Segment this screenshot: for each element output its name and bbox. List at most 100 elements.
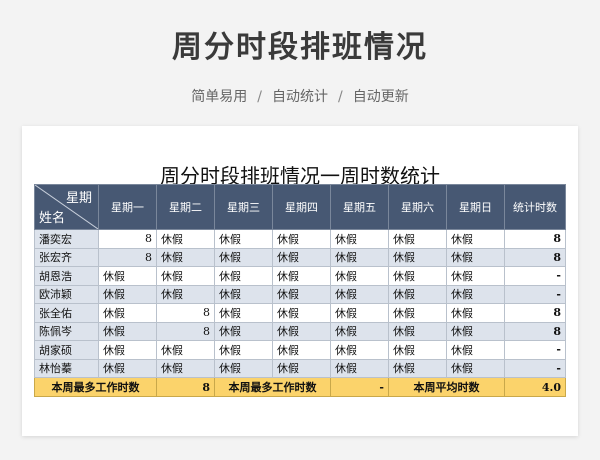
employee-name-cell[interactable]: 张全佑 bbox=[34, 303, 99, 323]
shift-cell[interactable]: 休假 bbox=[330, 284, 389, 304]
total-hours-cell[interactable]: 8 bbox=[504, 229, 566, 249]
shift-cell[interactable]: 休假 bbox=[388, 358, 447, 378]
shift-cell[interactable]: 休假 bbox=[388, 229, 447, 249]
summary-label[interactable]: 本周最多工作时数 bbox=[214, 377, 331, 397]
shift-cell[interactable]: 休假 bbox=[330, 303, 389, 323]
shift-cell[interactable]: 休假 bbox=[272, 321, 331, 341]
shift-cell[interactable]: 休假 bbox=[214, 266, 273, 286]
summary-value[interactable]: 4.0 bbox=[504, 377, 566, 397]
employee-name-cell[interactable]: 胡家硕 bbox=[34, 340, 99, 360]
summary-value[interactable]: - bbox=[330, 377, 389, 397]
employee-name-cell[interactable]: 欧沛颖 bbox=[34, 284, 99, 304]
column-header: 星期五 bbox=[330, 184, 389, 230]
shift-cell[interactable]: 休假 bbox=[156, 340, 215, 360]
shift-cell[interactable]: 休假 bbox=[272, 247, 331, 267]
total-hours-cell[interactable]: - bbox=[504, 266, 566, 286]
tagline-separator: / bbox=[257, 89, 262, 105]
shift-cell[interactable]: 休假 bbox=[98, 321, 157, 341]
shift-cell[interactable]: 休假 bbox=[330, 340, 389, 360]
employee-name-cell[interactable]: 胡恩浩 bbox=[34, 266, 99, 286]
corner-weekday-label: 星期 bbox=[65, 191, 92, 206]
shift-cell[interactable]: 休假 bbox=[214, 303, 273, 323]
shift-cell[interactable]: 8 bbox=[156, 321, 215, 341]
employee-name-cell[interactable]: 林怡蓁 bbox=[34, 358, 99, 378]
shift-cell[interactable]: 休假 bbox=[272, 340, 331, 360]
shift-cell[interactable]: 休假 bbox=[98, 284, 157, 304]
column-header: 星期一 bbox=[98, 184, 157, 230]
summary-row: 本周最多工作时数 8 本周最多工作时数 - 本周平均时数 4.0 bbox=[34, 377, 566, 397]
schedule-table: 星期 姓名 星期一 星期二 星期三 星期四 星期五 星期六 星期日 统计时数 潘… bbox=[34, 184, 566, 397]
table-row: 张宏齐 8 休假 休假 休假 休假 休假 休假 8 bbox=[34, 247, 566, 267]
shift-cell[interactable]: 休假 bbox=[388, 284, 447, 304]
total-hours-cell[interactable]: 8 bbox=[504, 321, 566, 341]
shift-cell[interactable]: 休假 bbox=[156, 247, 215, 267]
summary-label[interactable]: 本周最多工作时数 bbox=[34, 377, 157, 397]
shift-cell[interactable]: 休假 bbox=[446, 266, 505, 286]
header-row: 星期 姓名 星期一 星期二 星期三 星期四 星期五 星期六 星期日 统计时数 bbox=[34, 184, 566, 230]
table-row: 陈佩岑 休假 8 休假 休假 休假 休假 休假 8 bbox=[34, 321, 566, 341]
employee-name-cell[interactable]: 张宏齐 bbox=[34, 247, 99, 267]
shift-cell[interactable]: 休假 bbox=[446, 284, 505, 304]
shift-cell[interactable]: 休假 bbox=[214, 247, 273, 267]
table-row: 胡恩浩 休假 休假 休假 休假 休假 休假 休假 - bbox=[34, 266, 566, 286]
total-hours-cell[interactable]: - bbox=[504, 358, 566, 378]
total-hours-cell[interactable]: 8 bbox=[504, 303, 566, 323]
shift-cell[interactable]: 休假 bbox=[272, 358, 331, 378]
total-hours-cell[interactable]: 8 bbox=[504, 247, 566, 267]
column-header: 星期日 bbox=[446, 184, 505, 230]
shift-cell[interactable]: 8 bbox=[98, 247, 157, 267]
shift-cell[interactable]: 8 bbox=[156, 303, 215, 323]
shift-cell[interactable]: 休假 bbox=[214, 321, 273, 341]
shift-cell[interactable]: 休假 bbox=[156, 266, 215, 286]
total-hours-cell[interactable]: - bbox=[504, 340, 566, 360]
shift-cell[interactable]: 休假 bbox=[330, 229, 389, 249]
shift-cell[interactable]: 休假 bbox=[214, 229, 273, 249]
shift-cell[interactable]: 休假 bbox=[330, 266, 389, 286]
column-header: 星期二 bbox=[156, 184, 215, 230]
shift-cell[interactable]: 休假 bbox=[156, 229, 215, 249]
summary-value[interactable]: 8 bbox=[156, 377, 215, 397]
corner-name-label: 姓名 bbox=[39, 211, 66, 226]
shift-cell[interactable]: 休假 bbox=[214, 358, 273, 378]
shift-cell[interactable]: 休假 bbox=[272, 284, 331, 304]
shift-cell[interactable]: 休假 bbox=[156, 358, 215, 378]
shift-cell[interactable]: 8 bbox=[98, 229, 157, 249]
shift-cell[interactable]: 休假 bbox=[156, 284, 215, 304]
tagline-item: 自动更新 bbox=[352, 89, 409, 105]
shift-cell[interactable]: 休假 bbox=[446, 321, 505, 341]
shift-cell[interactable]: 休假 bbox=[330, 358, 389, 378]
shift-cell[interactable]: 休假 bbox=[446, 229, 505, 249]
shift-cell[interactable]: 休假 bbox=[388, 266, 447, 286]
shift-cell[interactable]: 休假 bbox=[446, 358, 505, 378]
shift-cell[interactable]: 休假 bbox=[446, 340, 505, 360]
shift-cell[interactable]: 休假 bbox=[98, 340, 157, 360]
shift-cell[interactable]: 休假 bbox=[98, 266, 157, 286]
spreadsheet-card: 周分时段排班情况一周时数统计 星期 姓名 星期一 星期二 星期三 星期四 星期五 bbox=[22, 126, 578, 436]
shift-cell[interactable]: 休假 bbox=[446, 247, 505, 267]
summary-label[interactable]: 本周平均时数 bbox=[388, 377, 505, 397]
shift-cell[interactable]: 休假 bbox=[272, 303, 331, 323]
shift-cell[interactable]: 休假 bbox=[446, 303, 505, 323]
shift-cell[interactable]: 休假 bbox=[98, 358, 157, 378]
shift-cell[interactable]: 休假 bbox=[388, 340, 447, 360]
column-header: 统计时数 bbox=[504, 184, 566, 230]
shift-cell[interactable]: 休假 bbox=[330, 321, 389, 341]
shift-cell[interactable]: 休假 bbox=[388, 321, 447, 341]
shift-cell[interactable]: 休假 bbox=[214, 284, 273, 304]
shift-cell[interactable]: 休假 bbox=[388, 247, 447, 267]
feature-tagline: 简单易用 / 自动统计 / 自动更新 bbox=[0, 86, 600, 106]
shift-cell[interactable]: 休假 bbox=[330, 247, 389, 267]
shift-cell[interactable]: 休假 bbox=[388, 303, 447, 323]
tagline-item: 简单易用 bbox=[191, 89, 248, 105]
shift-cell[interactable]: 休假 bbox=[272, 266, 331, 286]
employee-name-cell[interactable]: 潘奕宏 bbox=[34, 229, 99, 249]
shift-cell[interactable]: 休假 bbox=[98, 303, 157, 323]
shift-cell[interactable]: 休假 bbox=[214, 340, 273, 360]
tagline-item: 自动统计 bbox=[272, 89, 328, 105]
column-header: 星期三 bbox=[214, 184, 273, 230]
total-hours-cell[interactable]: - bbox=[504, 284, 566, 304]
column-header: 星期四 bbox=[272, 184, 331, 230]
table-row: 胡家硕 休假 休假 休假 休假 休假 休假 休假 - bbox=[34, 340, 566, 360]
shift-cell[interactable]: 休假 bbox=[272, 229, 331, 249]
employee-name-cell[interactable]: 陈佩岑 bbox=[34, 321, 99, 341]
